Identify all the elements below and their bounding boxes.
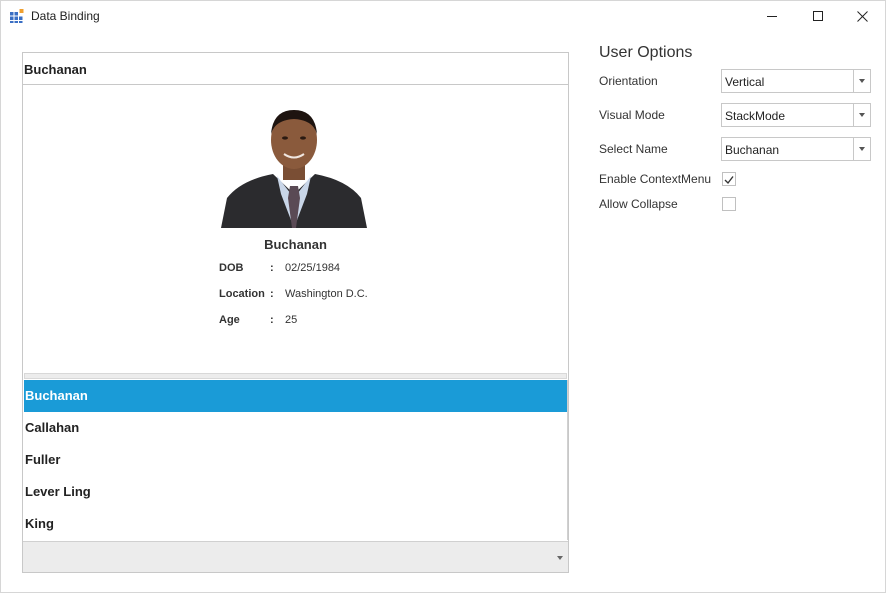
grid-app-icon bbox=[10, 9, 24, 23]
visual-mode-value: StackMode bbox=[725, 109, 786, 123]
list-item-buchanan[interactable]: Buchanan bbox=[24, 380, 567, 412]
location-separator: : bbox=[270, 288, 274, 300]
visual-mode-combo[interactable]: StackMode bbox=[721, 103, 871, 127]
select-name-label: Select Name bbox=[599, 142, 668, 156]
list-item-lever-ling[interactable]: Lever Ling bbox=[24, 476, 567, 508]
orientation-value: Vertical bbox=[725, 75, 765, 89]
chevron-down-icon bbox=[859, 147, 865, 151]
name-list: Buchanan Callahan Fuller Lever Ling King bbox=[24, 380, 568, 540]
chevron-down-icon[interactable] bbox=[557, 556, 563, 560]
orientation-combo[interactable]: Vertical bbox=[721, 69, 871, 93]
dob-label: DOB bbox=[219, 262, 244, 274]
visual-mode-dropdown-button[interactable] bbox=[853, 104, 870, 126]
dob-separator: : bbox=[270, 262, 274, 274]
enable-context-menu-label: Enable ContextMenu bbox=[599, 172, 712, 186]
person-name: Buchanan bbox=[264, 237, 327, 252]
employee-photo bbox=[221, 110, 367, 228]
age-label: Age bbox=[219, 314, 240, 326]
select-name-combo[interactable]: Buchanan bbox=[721, 137, 871, 161]
allow-collapse-checkbox[interactable] bbox=[722, 197, 736, 211]
checkmark-icon bbox=[724, 176, 734, 185]
maximize-icon bbox=[812, 11, 823, 21]
minimize-icon bbox=[766, 16, 777, 17]
list-item-callahan[interactable]: Callahan bbox=[24, 412, 567, 444]
maximize-button[interactable] bbox=[795, 1, 841, 32]
window-title: Data Binding bbox=[31, 9, 100, 23]
title-bar: Data Binding bbox=[1, 1, 885, 32]
age-value: 25 bbox=[285, 314, 298, 326]
select-name-dropdown-button[interactable] bbox=[853, 138, 870, 160]
dob-value: 02/25/1984 bbox=[285, 262, 341, 274]
chevron-down-icon bbox=[859, 113, 865, 117]
orientation-label: Orientation bbox=[599, 74, 658, 88]
select-name-value: Buchanan bbox=[725, 143, 780, 157]
list-top-strip bbox=[24, 373, 567, 379]
close-button[interactable] bbox=[839, 1, 885, 32]
location-label: Location bbox=[219, 288, 265, 300]
orientation-dropdown-button[interactable] bbox=[853, 70, 870, 92]
tile-footer[interactable] bbox=[23, 541, 568, 572]
visual-mode-label: Visual Mode bbox=[599, 108, 665, 122]
list-item-fuller[interactable]: Fuller bbox=[24, 444, 567, 476]
tile-header[interactable]: Buchanan bbox=[23, 53, 568, 85]
enable-context-menu-checkbox[interactable] bbox=[722, 172, 736, 186]
main-window: Data Binding Buchanan Buchanan DOB: 02/… bbox=[0, 0, 886, 593]
location-value: Washington D.C. bbox=[285, 288, 368, 300]
list-item-king[interactable]: King bbox=[24, 508, 567, 540]
minimize-button[interactable] bbox=[749, 1, 795, 32]
chevron-down-icon bbox=[859, 79, 865, 83]
close-icon bbox=[856, 11, 868, 22]
age-separator: : bbox=[270, 314, 274, 326]
options-title: User Options bbox=[599, 44, 693, 61]
allow-collapse-label: Allow Collapse bbox=[599, 197, 678, 211]
tile-view: Buchanan Buchanan DOB : 02/25/1984 Locat… bbox=[22, 52, 569, 573]
